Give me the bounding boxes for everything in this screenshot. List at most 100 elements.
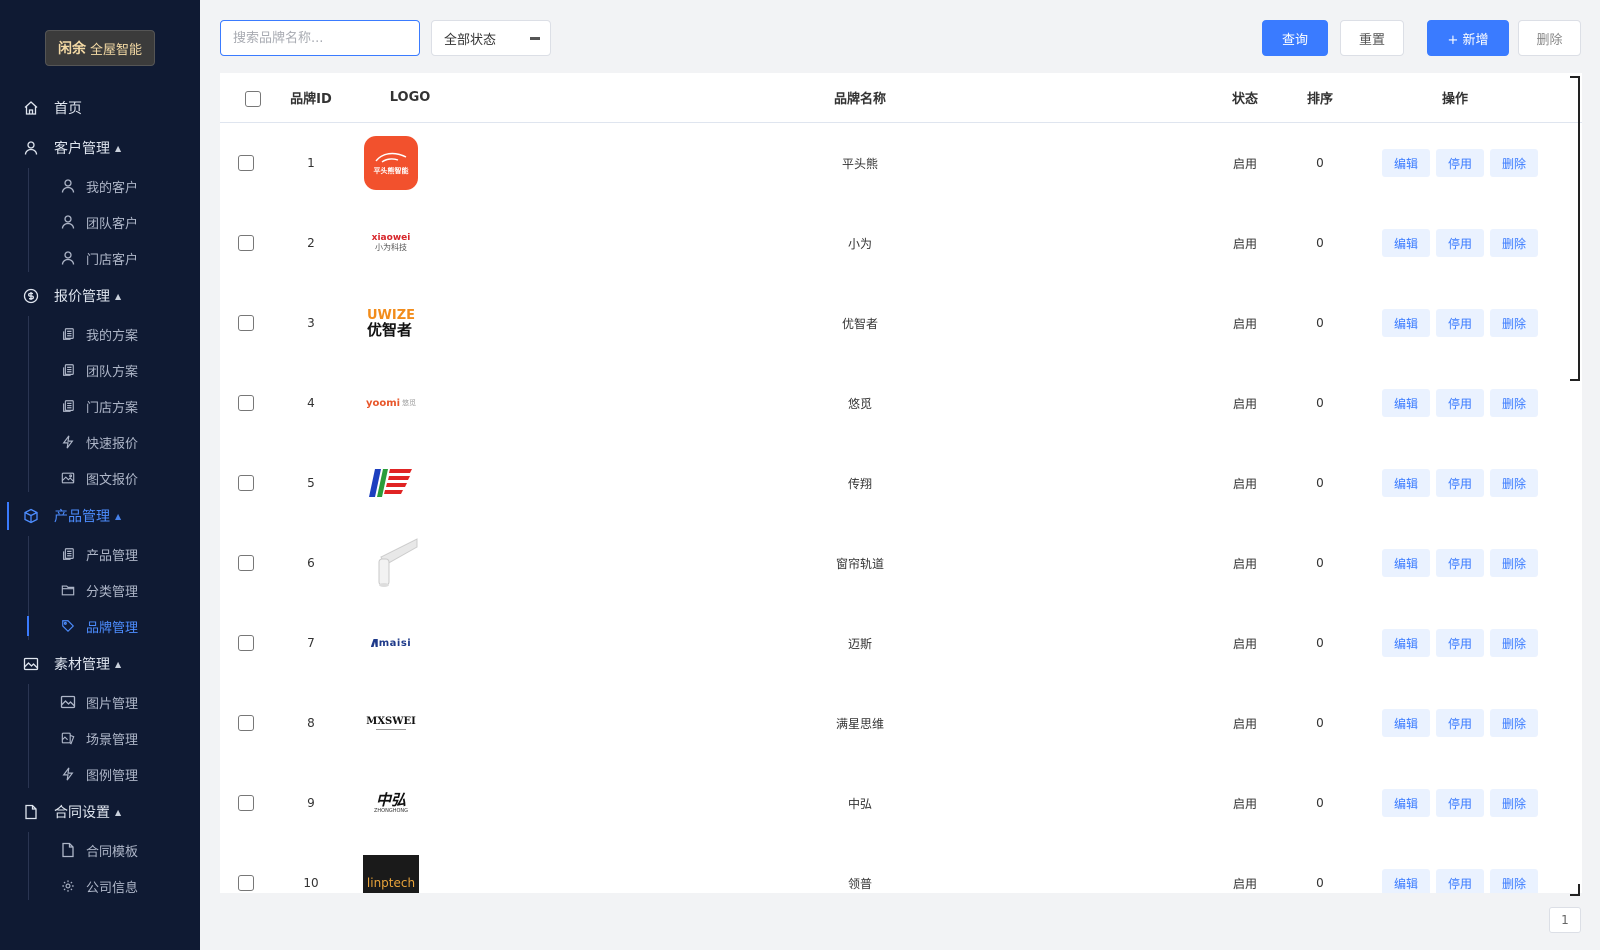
nav-item[interactable]: 素材管理 ▲	[0, 644, 200, 684]
nav-subitem[interactable]: 分类管理	[0, 572, 200, 608]
edit-button[interactable]: 编辑	[1382, 309, 1430, 337]
edit-button[interactable]: 编辑	[1382, 789, 1430, 817]
nav-subitem-label: 快速报价	[86, 436, 139, 452]
nav-subitem-label: 分类管理	[86, 584, 139, 600]
nav-subitem[interactable]: 产品管理	[0, 536, 200, 572]
select-toggle-icon	[530, 37, 540, 40]
edit-button[interactable]: 编辑	[1382, 709, 1430, 737]
nav-subitem-label: 场景管理	[86, 732, 139, 748]
disable-button[interactable]: 停用	[1436, 549, 1484, 577]
nav-item[interactable]: 合同设置 ▲	[0, 792, 200, 832]
row-checkbox[interactable]	[238, 795, 254, 811]
batch-delete-button[interactable]: 删除	[1518, 20, 1581, 56]
row-checkbox[interactable]	[238, 635, 254, 651]
edit-button[interactable]: 编辑	[1382, 389, 1430, 417]
row-checkbox[interactable]	[238, 395, 254, 411]
cell-name: 领普	[847, 876, 872, 891]
cell-name: 小为	[847, 236, 872, 251]
nav-item-label: 首页	[54, 101, 82, 117]
home-icon	[22, 99, 40, 117]
nav-submenu: 我的方案团队方案门店方案快速报价图文报价	[0, 316, 200, 496]
scene-icon	[60, 730, 76, 746]
delete-button[interactable]: 删除	[1490, 629, 1538, 657]
disable-button[interactable]: 停用	[1436, 709, 1484, 737]
row-checkbox[interactable]	[238, 475, 254, 491]
edit-button[interactable]: 编辑	[1382, 549, 1430, 577]
nav-item-label: 客户管理	[54, 141, 110, 157]
delete-button[interactable]: 删除	[1490, 469, 1538, 497]
row-checkbox[interactable]	[238, 235, 254, 251]
nav-subitem[interactable]: 快速报价	[0, 424, 200, 460]
nav-subitem[interactable]: 我的客户	[0, 168, 200, 204]
delete-button[interactable]: 删除	[1490, 869, 1538, 893]
nav-subitem[interactable]: 图片管理	[0, 684, 200, 720]
nav-item[interactable]: 产品管理 ▲	[0, 496, 200, 536]
edit-button[interactable]: 编辑	[1382, 629, 1430, 657]
cell-logo: yoomi 悠觅	[363, 375, 419, 431]
nav-subitem[interactable]: 公司信息	[0, 868, 200, 904]
edit-button[interactable]: 编辑	[1382, 469, 1430, 497]
row-actions: 编辑 停用 删除	[1382, 629, 1538, 657]
disable-button[interactable]: 停用	[1436, 789, 1484, 817]
cell-sort: 0	[1316, 236, 1324, 250]
row-checkbox[interactable]	[238, 875, 254, 891]
nav-subitem-label: 门店客户	[86, 252, 139, 268]
status-select[interactable]: 全部状态	[431, 20, 551, 56]
delete-button[interactable]: 删除	[1490, 549, 1538, 577]
disable-button[interactable]: 停用	[1436, 629, 1484, 657]
delete-button[interactable]: 删除	[1490, 309, 1538, 337]
nav-item[interactable]: 报价管理 ▲	[0, 276, 200, 316]
disable-button[interactable]: 停用	[1436, 149, 1484, 177]
cell-sort: 0	[1316, 476, 1324, 490]
pagination-page[interactable]: 1	[1549, 907, 1581, 933]
delete-button[interactable]: 删除	[1490, 709, 1538, 737]
row-checkbox[interactable]	[238, 155, 254, 171]
nav-subitem-label: 合同模板	[86, 844, 139, 860]
reset-button[interactable]: 重置	[1340, 20, 1404, 56]
scrollbar-thumb[interactable]	[1578, 76, 1580, 381]
cell-sort: 0	[1316, 796, 1324, 810]
cell-status: 启用	[1232, 556, 1257, 571]
nav-subitem[interactable]: 合同模板	[0, 832, 200, 868]
disable-button[interactable]: 停用	[1436, 309, 1484, 337]
nav-subitem[interactable]: 品牌管理	[0, 608, 200, 644]
row-actions: 编辑 停用 删除	[1382, 149, 1538, 177]
delete-button[interactable]: 删除	[1490, 149, 1538, 177]
nav-subitem[interactable]: 图文报价	[0, 460, 200, 496]
delete-button[interactable]: 删除	[1490, 389, 1538, 417]
nav-subitem[interactable]: 团队方案	[0, 352, 200, 388]
nav-subitem[interactable]: 门店方案	[0, 388, 200, 424]
select-all-checkbox[interactable]	[245, 91, 261, 107]
edit-button[interactable]: 编辑	[1382, 149, 1430, 177]
row-checkbox[interactable]	[238, 555, 254, 571]
cell-logo: 中弘 ZHONGHONG	[363, 775, 419, 831]
cell-logo: 平头熊智能	[363, 135, 419, 191]
table-row: 10 linptech 领普 启用 0 编辑 停用 删除	[220, 843, 1582, 893]
cell-id: 2	[307, 236, 315, 250]
query-button[interactable]: 查询	[1262, 20, 1328, 56]
nav-subitem[interactable]: 团队客户	[0, 204, 200, 240]
delete-button[interactable]: 删除	[1490, 229, 1538, 257]
nav-subitem[interactable]: 场景管理	[0, 720, 200, 756]
delete-button[interactable]: 删除	[1490, 789, 1538, 817]
disable-button[interactable]: 停用	[1436, 389, 1484, 417]
nav-subitem-label: 团队方案	[86, 364, 139, 380]
edit-button[interactable]: 编辑	[1382, 869, 1430, 893]
row-checkbox[interactable]	[238, 315, 254, 331]
edit-button[interactable]: 编辑	[1382, 229, 1430, 257]
cell-sort: 0	[1316, 876, 1324, 890]
row-checkbox[interactable]	[238, 715, 254, 731]
nav-submenu: 合同模板公司信息	[0, 832, 200, 904]
disable-button[interactable]: 停用	[1436, 469, 1484, 497]
add-button[interactable]: + 新增	[1427, 20, 1509, 56]
search-input[interactable]	[220, 20, 420, 56]
nav-item[interactable]: 客户管理 ▲	[0, 128, 200, 168]
table-scrollbar[interactable]	[1570, 76, 1580, 896]
disable-button[interactable]: 停用	[1436, 869, 1484, 893]
nav-item[interactable]: 首页	[0, 88, 200, 128]
uwize-logo: UWIZE 优智者	[366, 307, 416, 339]
nav-subitem[interactable]: 图例管理	[0, 756, 200, 792]
disable-button[interactable]: 停用	[1436, 229, 1484, 257]
nav-subitem[interactable]: 我的方案	[0, 316, 200, 352]
nav-subitem[interactable]: 门店客户	[0, 240, 200, 276]
